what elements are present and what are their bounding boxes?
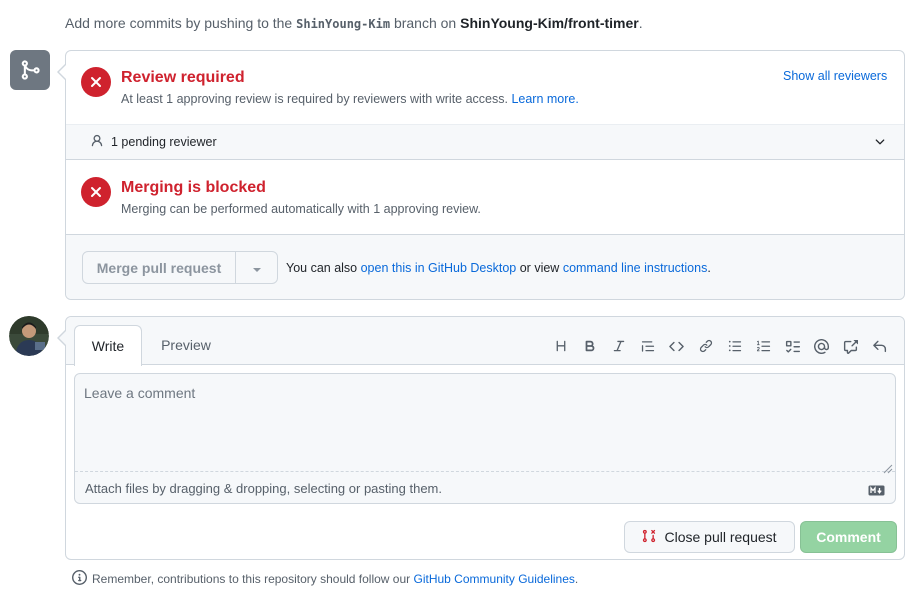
merge-actions: Merge pull request You can also open thi… — [66, 234, 904, 299]
guidelines-note: Remember, contributions to this reposito… — [72, 570, 578, 588]
task-list-icon[interactable] — [778, 335, 807, 357]
pending-reviewer-label: 1 pending reviewer — [111, 135, 217, 149]
tab-preview[interactable]: Preview — [148, 325, 224, 365]
comment-form: Write Preview Leave a comment Attach fil… — [57, 316, 905, 560]
close-pull-request-label: Close pull request — [664, 529, 777, 545]
person-icon — [90, 134, 104, 151]
markdown-icon[interactable] — [868, 483, 885, 499]
italic-icon[interactable] — [604, 335, 633, 357]
comment-textarea[interactable]: Leave a comment — [75, 374, 895, 474]
x-circle-icon — [81, 67, 111, 97]
cross-reference-icon[interactable] — [836, 335, 865, 357]
code-icon[interactable] — [662, 335, 691, 357]
unordered-list-icon[interactable] — [720, 335, 749, 357]
quote-icon[interactable] — [633, 335, 662, 357]
merge-method-dropdown[interactable] — [236, 252, 277, 283]
merging-blocked-title: Merging is blocked — [121, 179, 266, 196]
heading-icon[interactable] — [546, 335, 575, 357]
ordered-list-icon[interactable] — [749, 335, 778, 357]
review-required-title: Review required — [121, 69, 245, 86]
merge-status-box: Review required At least 1 approving rev… — [57, 50, 905, 300]
git-merge-icon — [10, 50, 50, 90]
repo-name: ShinYoung-Kim/front-timer — [460, 15, 639, 31]
learn-more-link[interactable]: Learn more. — [511, 92, 578, 106]
github-desktop-link[interactable]: open this in GitHub Desktop — [361, 261, 517, 275]
alternate-merge-hint: You can also open this in GitHub Desktop… — [286, 261, 711, 275]
bold-icon[interactable] — [575, 335, 604, 357]
merge-button-group: Merge pull request — [82, 251, 278, 284]
merging-blocked-description: Merging can be performed automatically w… — [121, 202, 481, 216]
close-pull-request-button[interactable]: Close pull request — [624, 521, 795, 553]
comment-placeholder: Leave a comment — [84, 385, 196, 401]
avatar[interactable] — [9, 316, 49, 356]
attach-files-hint[interactable]: Attach files by dragging & dropping, sel… — [85, 481, 442, 496]
reply-icon[interactable] — [865, 335, 894, 357]
comment-tabbar: Write Preview — [66, 317, 904, 366]
comment-textarea-wrapper: Leave a comment Attach files by dragging… — [74, 373, 896, 504]
review-required-description: At least 1 approving review is required … — [121, 92, 579, 106]
comment-button[interactable]: Comment — [800, 521, 897, 553]
push-hint: Add more commits by pushing to the ShinY… — [65, 15, 643, 31]
tab-write[interactable]: Write — [74, 325, 142, 366]
merge-pull-request-button[interactable]: Merge pull request — [83, 252, 236, 283]
markdown-toolbar — [546, 335, 894, 357]
show-all-reviewers-link[interactable]: Show all reviewers — [783, 69, 887, 83]
git-pull-request-closed-icon — [642, 528, 656, 547]
x-circle-icon — [81, 177, 111, 207]
link-icon[interactable] — [691, 335, 720, 357]
triangle-down-icon — [252, 260, 262, 276]
info-icon — [72, 570, 87, 588]
mention-icon[interactable] — [807, 335, 836, 357]
branch-name: ShinYoung-Kim — [296, 17, 391, 31]
pending-reviewers-row[interactable]: 1 pending reviewer — [66, 124, 904, 160]
community-guidelines-link[interactable]: GitHub Community Guidelines — [414, 572, 575, 586]
chevron-down-icon[interactable] — [873, 135, 887, 152]
command-line-instructions-link[interactable]: command line instructions — [563, 261, 708, 275]
resize-handle-icon[interactable] — [883, 461, 893, 477]
